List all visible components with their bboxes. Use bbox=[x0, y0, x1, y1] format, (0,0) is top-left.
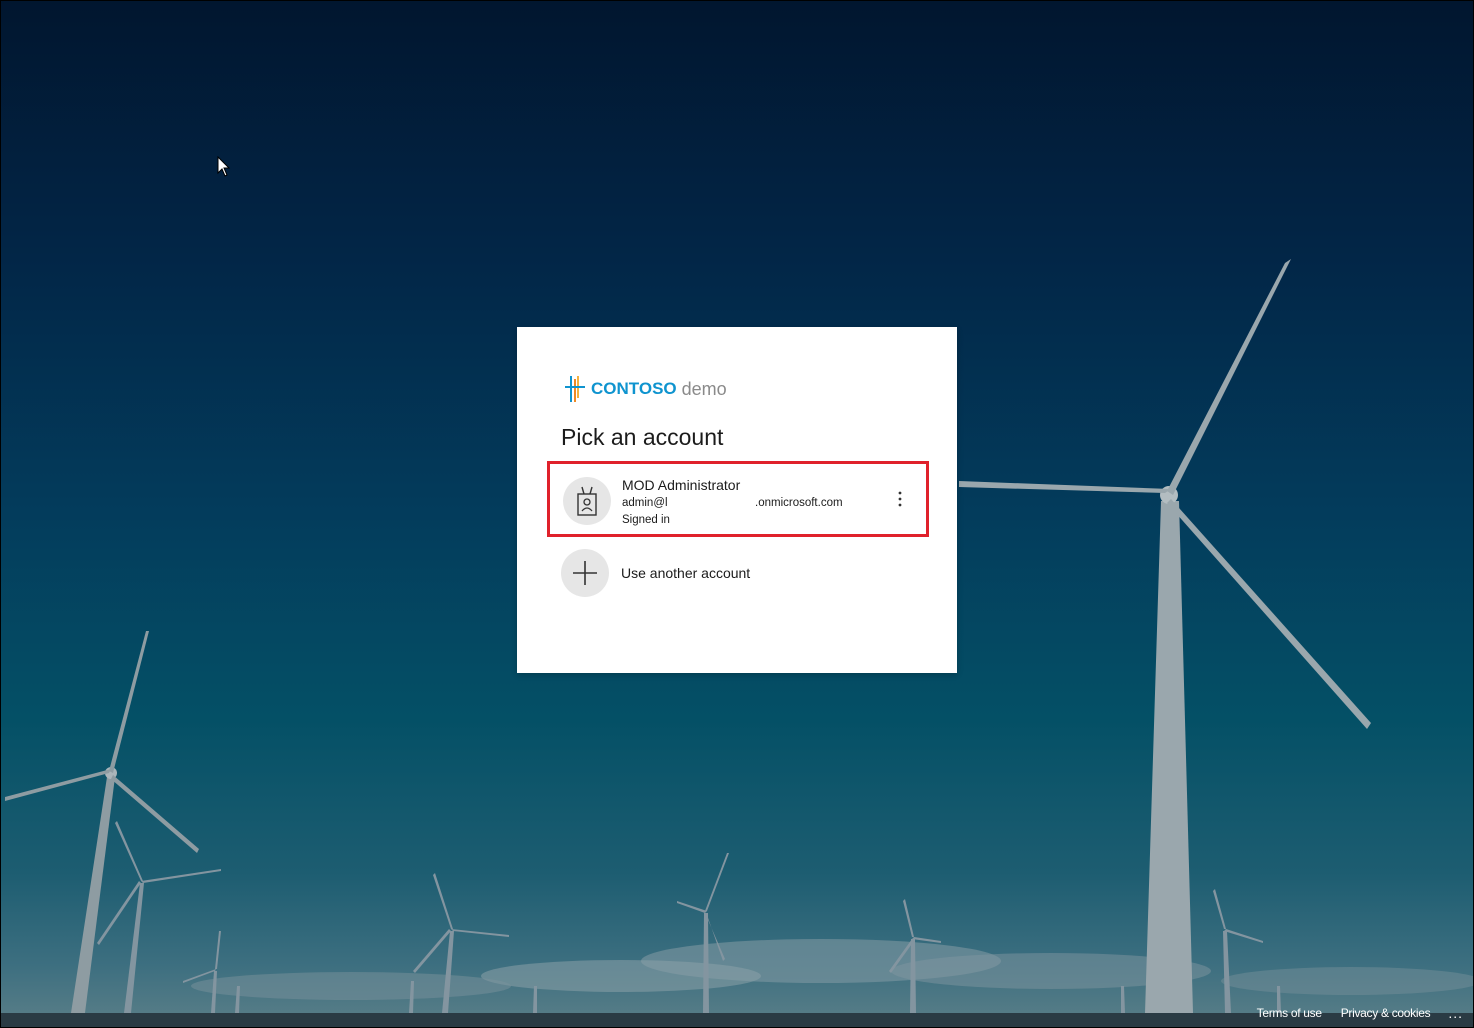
account-avatar bbox=[563, 477, 611, 525]
dialog-title: Pick an account bbox=[561, 424, 724, 450]
account-status: Signed in bbox=[622, 514, 670, 526]
mouse-pointer-icon bbox=[217, 156, 231, 177]
terms-of-use-link[interactable]: Terms of use bbox=[1257, 1006, 1322, 1020]
privacy-cookies-link[interactable]: Privacy & cookies bbox=[1341, 1006, 1431, 1020]
account-picker-dialog: CONTOSO demo Pick an account MOD Adminis… bbox=[517, 327, 957, 673]
badge-icon bbox=[577, 486, 597, 516]
brand-suffix: demo bbox=[681, 378, 727, 399]
use-another-account-button[interactable]: Use another account bbox=[561, 549, 921, 599]
brand-name: CONTOSO bbox=[591, 379, 677, 398]
contoso-logo-icon bbox=[565, 376, 585, 402]
account-name: MOD Administrator bbox=[622, 477, 741, 493]
contoso-logo: CONTOSO demo bbox=[565, 375, 727, 403]
account-tile[interactable]: MOD Administrator admin@l .onmicrosoft.c… bbox=[547, 461, 929, 537]
plus-icon bbox=[573, 561, 597, 585]
more-options-icon bbox=[898, 491, 902, 507]
account-email-prefix: admin@l bbox=[622, 497, 668, 509]
more-options-button[interactable] bbox=[888, 485, 912, 513]
sign-in-screen: CONTOSO demo Pick an account MOD Adminis… bbox=[0, 0, 1474, 1028]
account-email-suffix: .onmicrosoft.com bbox=[755, 497, 843, 509]
plus-circle bbox=[561, 549, 609, 597]
footer-more-options-button[interactable]: ... bbox=[1448, 1005, 1463, 1021]
use-another-account-label: Use another account bbox=[621, 565, 751, 581]
footer: Terms of use Privacy & cookies ... bbox=[1238, 1005, 1463, 1021]
